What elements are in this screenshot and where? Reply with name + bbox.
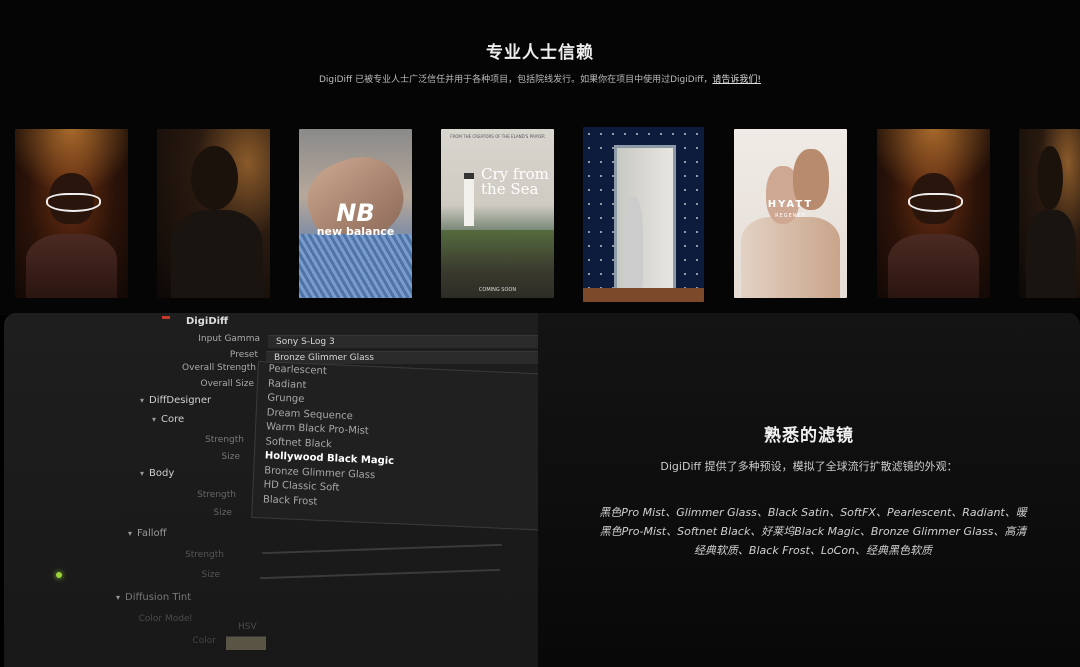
color-label: Color bbox=[192, 636, 217, 646]
chevron-down-icon: ▾ bbox=[140, 396, 145, 405]
overall-size-label: Overall Size bbox=[200, 379, 255, 389]
input-gamma-select[interactable]: Sony S-Log 3 bbox=[268, 335, 540, 348]
section-body[interactable]: ▾ Body bbox=[140, 468, 174, 479]
preset-label: Preset bbox=[229, 350, 258, 360]
section-title: 专业人士信赖 bbox=[486, 43, 594, 63]
plugin-name: DigiDiff bbox=[186, 316, 229, 327]
new-balance-logo-icon: NB bbox=[336, 199, 375, 227]
preset-dropdown-menu[interactable]: Pearlescent Radiant Grunge Dream Sequenc… bbox=[251, 361, 550, 531]
filters-feature-card: 熟悉的滤镜 DigiDiff 提供了多种预设，模拟了全球流行扩散滤镜的外观： 黑… bbox=[538, 313, 1080, 667]
color-swatch[interactable] bbox=[226, 636, 266, 650]
tell-us-link[interactable]: 请告诉我们! bbox=[712, 75, 761, 85]
poster-warm-portrait-3 bbox=[1019, 129, 1080, 298]
color-model-label: Color Model bbox=[138, 614, 192, 624]
subtitle-text: DigiDiff 已被专业人士广泛信任并用于各种项目，包括院线发行。如果你在项目… bbox=[318, 75, 713, 85]
section-diffusion-tint[interactable]: ▾ Diffusion Tint bbox=[116, 592, 191, 603]
poster-warm-portrait-1 bbox=[15, 129, 128, 298]
chevron-down-icon: ▾ bbox=[128, 529, 133, 538]
section-subtitle: DigiDiff 已被专业人士广泛信任并用于各种项目，包括院线发行。如果你在项目… bbox=[0, 72, 1080, 85]
section-diffdesigner[interactable]: ▾ DiffDesigner bbox=[140, 395, 211, 406]
feature-subtitle: DigiDiff 提供了多种预设，模拟了全球流行扩散滤镜的外观： bbox=[660, 460, 958, 473]
chevron-down-icon: ▾ bbox=[152, 415, 157, 424]
color-model-value[interactable]: HSV bbox=[238, 622, 257, 632]
body-strength-label: Strength bbox=[197, 490, 236, 500]
preset-select[interactable]: Bronze Glimmer Glass bbox=[266, 351, 540, 364]
poster-film-title: Cry from the Sea bbox=[481, 165, 549, 198]
body-size-label: Size bbox=[213, 508, 232, 518]
feature-filter-list: 黑色Pro Mist、Glimmer Glass、Black Satin、Sof… bbox=[599, 506, 1027, 557]
overall-strength-label: Overall Strength bbox=[182, 363, 256, 373]
poster-hyatt: HYATT REGENCY bbox=[734, 129, 847, 298]
chevron-down-icon: ▾ bbox=[116, 593, 121, 602]
core-size-label: Size bbox=[221, 452, 240, 462]
feature-title: 熟悉的滤镜 bbox=[764, 426, 854, 446]
keyframe-dot-icon[interactable] bbox=[56, 572, 62, 578]
falloff-size-label: Size bbox=[201, 570, 220, 580]
falloff-strength-label: Strength bbox=[185, 550, 224, 560]
poster-new-balance: NB new balance bbox=[299, 129, 412, 298]
section-core[interactable]: ▾ Core bbox=[152, 414, 184, 425]
poster-cry-from-the-sea: FROM THE CREATORS OF THE ELAND'S PRAYER … bbox=[441, 129, 554, 298]
new-balance-caption: new balance bbox=[316, 225, 395, 238]
poster-warm-portrait-2 bbox=[877, 129, 990, 298]
chevron-down-icon: ▾ bbox=[140, 469, 145, 478]
hyatt-logo: HYATT bbox=[767, 199, 814, 210]
core-strength-label: Strength bbox=[205, 435, 244, 445]
poster-dark-portrait bbox=[157, 129, 270, 298]
poster-strip: NB new balance FROM THE CREATORS OF THE … bbox=[0, 127, 1080, 302]
hyatt-sub: REGENCY bbox=[775, 213, 806, 219]
section-falloff[interactable]: ▾ Falloff bbox=[128, 528, 167, 539]
trusted-section: 专业人士信赖 DigiDiff 已被专业人士广泛信任并用于各种项目，包括院线发行… bbox=[0, 0, 1080, 315]
plugin-enable-indicator bbox=[162, 316, 170, 319]
poster-coming-soon: COMING SOON bbox=[478, 287, 517, 293]
poster-door bbox=[583, 127, 704, 302]
input-gamma-label: Input Gamma bbox=[198, 334, 260, 344]
poster-tagline: FROM THE CREATORS OF THE ELAND'S PRAYER bbox=[450, 134, 545, 139]
